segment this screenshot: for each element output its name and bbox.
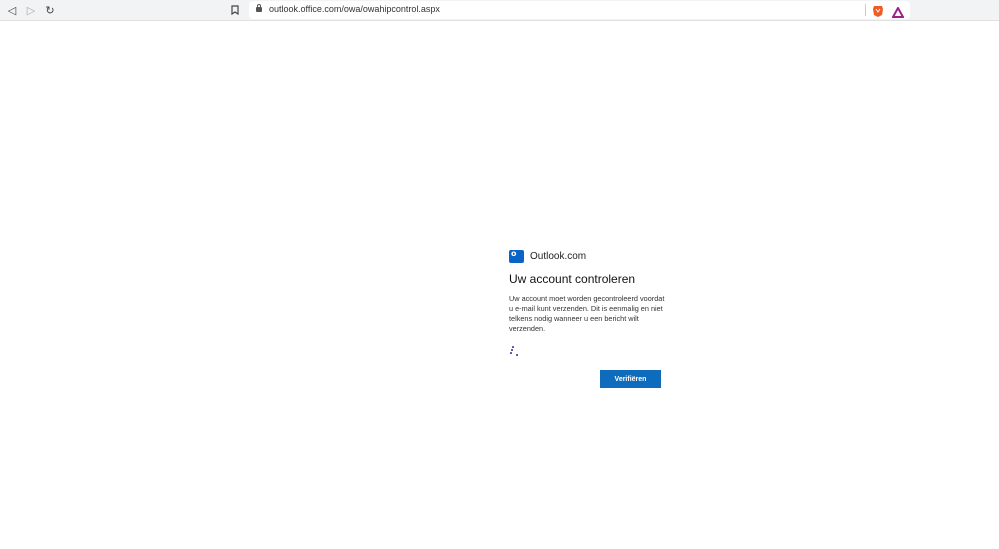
address-bar[interactable]: outlook.office.com/owa/owahipcontrol.asp…	[249, 1, 910, 19]
bookmark-icon[interactable]	[228, 3, 242, 17]
brave-rewards-icon[interactable]	[891, 4, 905, 23]
brand: Outlook.com	[509, 249, 669, 263]
forward-icon[interactable]: ▷	[24, 3, 38, 17]
verify-button[interactable]: Verifiëren	[600, 370, 661, 388]
page-title: Uw account controleren	[509, 272, 636, 286]
url-text[interactable]: outlook.office.com/owa/owahipcontrol.asp…	[269, 4, 440, 14]
lock-icon	[256, 4, 262, 12]
description: Uw account moet worden gecontroleerd voo…	[509, 294, 665, 333]
verify-card: Outlook.com Uw account controleren Uw ac…	[509, 249, 669, 388]
brave-shields-icon[interactable]	[872, 3, 884, 22]
reload-icon[interactable]: ↻	[43, 3, 57, 17]
brand-name: Outlook.com	[530, 251, 587, 262]
browser-toolbar: ◁ ▷ ↻ outlook.office.com/owa/owahipcontr…	[0, 0, 999, 21]
outlook-logo-icon	[509, 249, 524, 263]
back-icon[interactable]: ◁	[5, 3, 19, 17]
loading-spinner-icon	[509, 346, 519, 356]
divider	[865, 4, 866, 16]
